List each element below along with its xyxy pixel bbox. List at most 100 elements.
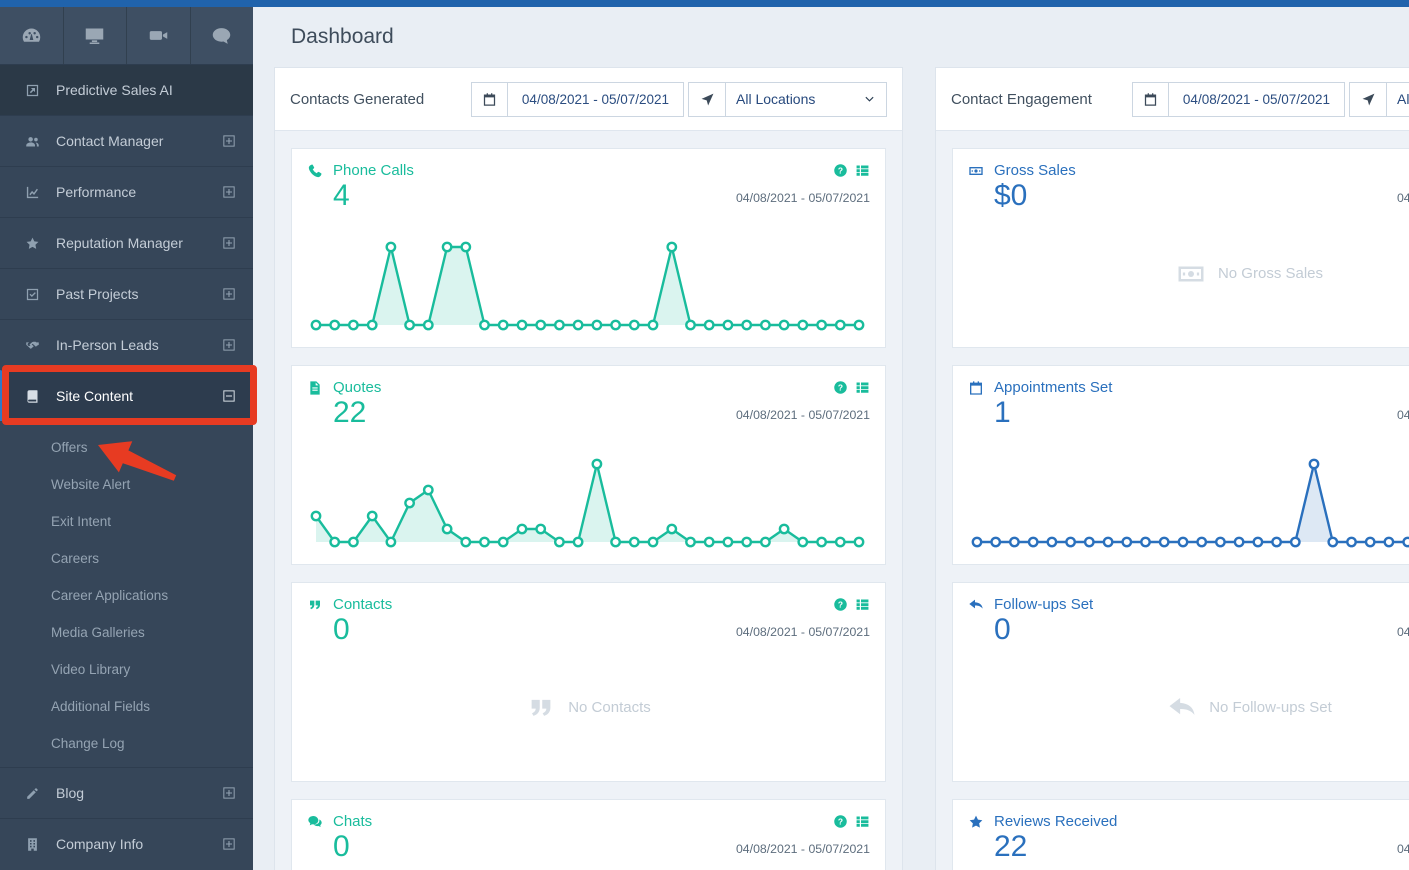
location-arrow-icon: [1361, 92, 1376, 107]
star-icon: [25, 236, 43, 251]
empty-state-label: No Gross Sales: [1218, 265, 1323, 282]
metric-date-range: 04/08/2021 - 05/07/2021: [1397, 842, 1409, 856]
sidebar-subitem-offers[interactable]: Offers: [0, 429, 253, 466]
sidebar-subitem-change-log[interactable]: Change Log: [0, 725, 253, 762]
panel-title: Contact Engagement: [951, 91, 1092, 108]
metric-card-title: Chats: [333, 813, 372, 830]
plus-square-icon[interactable]: [221, 133, 237, 149]
money-bill-icon: [968, 163, 984, 179]
sidebar-subitem-career-applications[interactable]: Career Applications: [0, 577, 253, 614]
plus-square-icon[interactable]: [221, 337, 237, 353]
calendar-button[interactable]: [471, 82, 508, 117]
metric-date-range: 04/08/2021 - 05/07/2021: [736, 408, 870, 422]
reply-icon: [968, 597, 984, 613]
sidebar-item-label: Site Content: [56, 388, 133, 404]
sidebar-menu: Predictive Sales AI Contact Manager Perfor…: [0, 64, 253, 869]
metric-card-gross-sales: Gross Sales?$004/08/2021 - 05/07/2021No …: [952, 148, 1409, 348]
users-icon: [25, 134, 43, 149]
line-chart-phone-calls: [307, 230, 868, 334]
sidebar-subitem-careers[interactable]: Careers: [0, 540, 253, 577]
sidebar-icon-row: [0, 7, 253, 64]
quote-icon: [307, 597, 323, 613]
metric-card-appointments-set: Appointments Set?104/08/2021 - 05/07/202…: [952, 365, 1409, 565]
empty-state: No Contacts: [307, 648, 870, 769]
dashboard-panels: Contacts Generated04/08/2021 - 05/07/202…: [274, 67, 1409, 870]
sidebar-subitem-website-alert[interactable]: Website Alert: [0, 466, 253, 503]
plus-square-icon[interactable]: [221, 235, 237, 251]
sidebar-subitem-label: Additional Fields: [51, 699, 150, 714]
calendar-button[interactable]: [1132, 82, 1169, 117]
location-arrow-icon: [700, 92, 715, 107]
panel-filters: 04/08/2021 - 05/07/2021 All Locations: [471, 82, 887, 117]
date-range-input[interactable]: 04/08/2021 - 05/07/2021: [1169, 82, 1345, 117]
quote-icon: [526, 693, 556, 723]
plus-square-icon[interactable]: [221, 785, 237, 801]
metric-card-quotes: Quotes?2204/08/2021 - 05/07/2021: [291, 365, 886, 565]
location-select-value: All Locations: [736, 91, 815, 107]
chevron-down-icon: [863, 93, 876, 106]
sidebar-item-label: Performance: [56, 184, 136, 200]
metric-date-range: 04/08/2021 - 05/07/2021: [736, 625, 870, 639]
metric-card-chats: Chats?004/08/2021 - 05/07/2021: [291, 799, 886, 870]
sidebar-item-contact-manager[interactable]: Contact Manager: [0, 115, 253, 166]
sidebar-item-label: Past Projects: [56, 286, 138, 302]
location-button[interactable]: [688, 82, 726, 117]
plus-square-icon[interactable]: [221, 286, 237, 302]
money-bill-icon: [1176, 259, 1206, 289]
sidebar-subitem-exit-intent[interactable]: Exit Intent: [0, 503, 253, 540]
plus-square-icon[interactable]: [221, 184, 237, 200]
sidebar-item-label: Predictive Sales AI: [56, 82, 173, 98]
sidebar-subitem-label: Career Applications: [51, 588, 168, 603]
sidebar-item-reputation-manager[interactable]: Reputation Manager: [0, 217, 253, 268]
th-list-icon[interactable]: [855, 597, 870, 612]
sidebar-item-company-info[interactable]: Company Info: [0, 818, 253, 869]
toolbar-button-desktop[interactable]: [64, 7, 128, 64]
date-range-input[interactable]: 04/08/2021 - 05/07/2021: [508, 82, 684, 117]
metric-date-range: 04/08/2021 - 05/07/2021: [736, 191, 870, 205]
line-chart-quotes: [307, 447, 868, 551]
metric-value: 22: [994, 830, 1027, 865]
desktop-icon: [84, 25, 105, 46]
th-list-icon[interactable]: [855, 380, 870, 395]
check-square-icon: [25, 287, 43, 302]
toolbar-button-gauge[interactable]: [0, 7, 64, 64]
toolbar-button-video-camera[interactable]: [127, 7, 191, 64]
location-select[interactable]: All Locations: [726, 82, 887, 117]
book-icon: [25, 389, 43, 404]
sidebar-item-label: In-Person Leads: [56, 337, 159, 353]
calendar-icon: [1143, 92, 1158, 107]
question-circle-icon[interactable]: ?: [833, 814, 848, 829]
plus-square-icon[interactable]: [221, 836, 237, 852]
metric-card-phone-calls: Phone Calls?404/08/2021 - 05/07/2021: [291, 148, 886, 348]
metric-value: $0: [994, 179, 1027, 214]
sidebar-item-past-projects[interactable]: Past Projects: [0, 268, 253, 319]
sidebar: Predictive Sales AI Contact Manager Perfor…: [0, 7, 253, 870]
top-accent-bar: [0, 0, 1409, 7]
location-select[interactable]: All Locations: [1387, 82, 1409, 117]
sidebar-subitem-label: Exit Intent: [51, 514, 111, 529]
toolbar-button-comment[interactable]: [191, 7, 254, 64]
sidebar-subitem-additional-fields[interactable]: Additional Fields: [0, 688, 253, 725]
sidebar-subitem-label: Careers: [51, 551, 99, 566]
th-list-icon[interactable]: [855, 163, 870, 178]
sidebar-item-blog[interactable]: Blog: [0, 767, 253, 818]
sidebar-subitem-media-galleries[interactable]: Media Galleries: [0, 614, 253, 651]
sidebar-item-site-content[interactable]: Site Content: [0, 370, 253, 421]
svg-text:?: ?: [838, 817, 843, 827]
sidebar-subitem-label: Offers: [51, 440, 88, 455]
question-circle-icon[interactable]: ?: [833, 597, 848, 612]
sidebar-subitem-video-library[interactable]: Video Library: [0, 651, 253, 688]
question-circle-icon[interactable]: ?: [833, 163, 848, 178]
sidebar-item-performance[interactable]: Performance: [0, 166, 253, 217]
th-list-icon[interactable]: [855, 814, 870, 829]
gauge-icon: [21, 25, 42, 46]
calendar-icon: [968, 380, 984, 396]
sidebar-item-predictive-sales-ai[interactable]: Predictive Sales AI: [0, 64, 253, 115]
sidebar-item-in-person-leads[interactable]: In-Person Leads: [0, 319, 253, 370]
pencil-icon: [25, 786, 43, 801]
question-circle-icon[interactable]: ?: [833, 380, 848, 395]
empty-state-label: No Contacts: [568, 699, 651, 716]
sidebar-item-label: Contact Manager: [56, 133, 163, 149]
location-button[interactable]: [1349, 82, 1387, 117]
minus-square-icon[interactable]: [221, 388, 237, 404]
